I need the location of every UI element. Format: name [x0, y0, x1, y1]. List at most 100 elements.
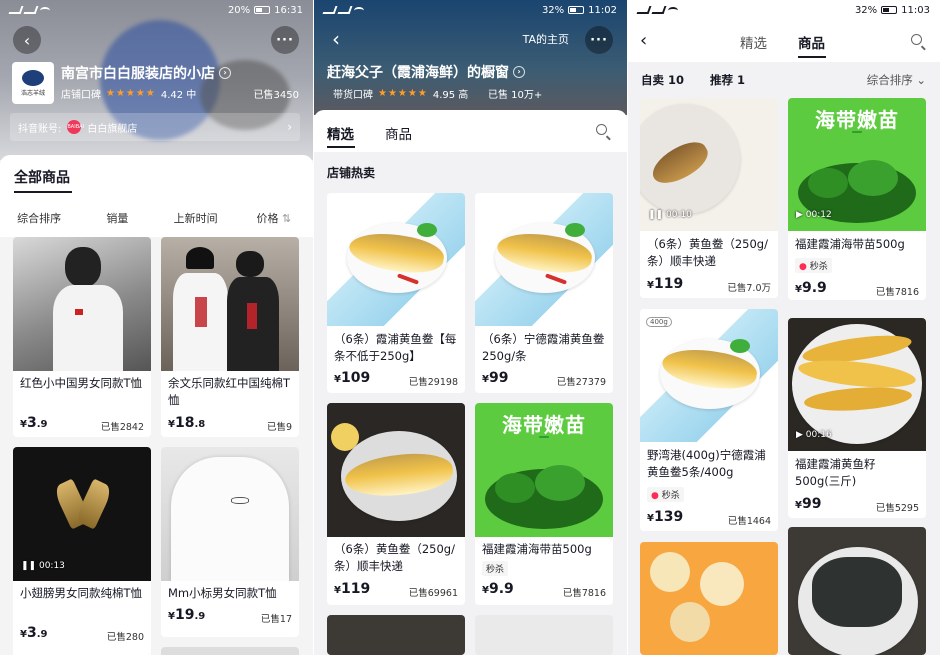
- product-card-partial[interactable]: [161, 647, 299, 655]
- more-button[interactable]: ···: [271, 26, 299, 54]
- tab-products[interactable]: 商品: [385, 123, 412, 143]
- flash-sale-icon: ●: [651, 491, 659, 501]
- video-time: 00:10: [665, 210, 692, 220]
- filter-recommended[interactable]: 推荐 1: [710, 72, 745, 88]
- currency: ¥: [795, 284, 802, 295]
- product-card-partial[interactable]: [475, 615, 613, 655]
- more-button[interactable]: ···: [585, 26, 613, 54]
- price: 9.9: [801, 280, 827, 296]
- rating-label: 带货口碑: [333, 90, 373, 101]
- account-avatar-icon: BAIBAI: [67, 120, 84, 134]
- product-name: Mm小标男女同款T恤: [168, 586, 277, 600]
- product-image: 海带嫩苗 ▶ 00:12: [788, 98, 926, 231]
- chevron-right-icon: ›: [287, 120, 292, 134]
- account-label: 抖音账号:: [18, 123, 62, 135]
- back-button[interactable]: ‹: [332, 27, 340, 51]
- star-rating-icon: ★★★★★: [378, 88, 428, 99]
- product-sold: 已售7816: [875, 287, 919, 298]
- product-card[interactable]: ❚❚ 00:13 小翅膀男女同款纯棉T恤 ¥3.9 已售280: [13, 447, 151, 655]
- product-price: ¥109: [334, 370, 370, 386]
- back-button[interactable]: ‹: [640, 30, 647, 51]
- product-sold: 已售1464: [727, 516, 771, 527]
- product-card[interactable]: （6条）黄鱼鲞（250g/条）顺丰快递 ¥119 已售69961: [327, 403, 465, 605]
- back-button[interactable]: ‹: [13, 26, 41, 54]
- product-card-partial[interactable]: [640, 542, 778, 655]
- search-icon[interactable]: [596, 124, 607, 135]
- sort-newest[interactable]: 上新时间: [157, 210, 235, 226]
- account-name: 白白旗舰店: [87, 123, 138, 135]
- video-time: 00:12: [805, 210, 832, 220]
- filter-self-sold[interactable]: 自卖 10: [641, 72, 684, 88]
- product-name: （6条）黄鱼鲞（250g/条）顺丰快递: [647, 237, 768, 268]
- wifi-icon: [668, 6, 678, 14]
- sort-arrows-icon: ⇅: [282, 212, 292, 225]
- pause-icon: ❚❚: [648, 210, 664, 220]
- tab-products[interactable]: 商品: [798, 32, 825, 52]
- product-sold: 已售27379: [556, 377, 606, 388]
- price-int: 19: [174, 607, 195, 623]
- product-sold: 已售7816: [562, 588, 606, 599]
- product-name: 红色小中国男女同款T恤: [20, 376, 143, 390]
- price: 139: [653, 509, 684, 525]
- star-rating-icon: ★★★★★: [106, 88, 156, 99]
- product-card[interactable]: 400g 野湾港(400g)宁德霞浦黄鱼鲞5条/400g ● 秒杀 ¥139 已…: [640, 309, 778, 531]
- tab-featured[interactable]: 精选: [740, 32, 767, 52]
- shop-logo[interactable]: 浩志羊绒: [12, 62, 54, 104]
- sort-default[interactable]: 综合排序: [0, 210, 78, 226]
- product-name: 福建霞浦海带苗500g: [482, 542, 592, 556]
- price: 109: [340, 370, 371, 386]
- battery-icon: [881, 6, 898, 14]
- video-duration: ▶ 00:12: [796, 210, 832, 220]
- product-card[interactable]: （6条）霞浦黄鱼鲞【每条不低于250g】 ¥109 已售29198: [327, 193, 465, 393]
- more-dots-icon: ···: [590, 32, 608, 48]
- battery-percent: 32%: [854, 4, 878, 16]
- tab-underline: [798, 56, 826, 58]
- product-card[interactable]: 海带嫩苗 福建霞浦海带苗500g 秒杀 ¥9.9 已售7816: [475, 403, 613, 605]
- tab-featured[interactable]: 精选: [327, 123, 354, 143]
- product-card-partial[interactable]: [327, 615, 465, 655]
- product-list-panel: 32% 11:03 ‹ 精选 商品 自卖 10 推荐 1 综合排序 ⌄ ❚❚ 00…: [628, 0, 940, 655]
- pause-icon: ❚❚: [21, 561, 37, 571]
- sort-price[interactable]: 价格 ⇅: [235, 210, 313, 226]
- showcase-rating: 带货口碑 ★★★★★ 4.95 高: [333, 86, 468, 101]
- ta-homepage-link[interactable]: TA的主页: [523, 31, 569, 47]
- product-card[interactable]: Mm小标男女同款T恤 ¥19.9 已售17: [161, 447, 299, 637]
- product-sold: 已售17: [260, 614, 292, 625]
- more-dots-icon: ···: [276, 32, 294, 48]
- product-price: ¥9.9: [482, 581, 514, 597]
- product-card[interactable]: ▶ 00:16 福建霞浦黄鱼籽500g(三斤) ¥99 已售5295: [788, 318, 926, 518]
- sort-bar: 综合排序 销量 上新时间 价格 ⇅: [0, 210, 313, 226]
- logo-text: 浩志羊绒: [20, 89, 45, 97]
- sort-dropdown[interactable]: 综合排序 ⌄: [867, 72, 926, 88]
- product-sold: 已售29198: [408, 377, 458, 388]
- showcase-title-text: 赶海父子（霞浦海鲜）的橱窗: [327, 65, 509, 81]
- shop-rating: 店铺口碑 ★★★★★ 4.42 中: [61, 86, 196, 101]
- product-card[interactable]: 余文乐同款红中国纯棉T恤 ¥18.8 已售9: [161, 237, 299, 437]
- product-image: [13, 237, 151, 371]
- product-price: ¥119: [334, 581, 370, 597]
- currency: ¥: [334, 585, 341, 596]
- video-time: 00:16: [805, 430, 832, 440]
- sort-sales[interactable]: 销量: [78, 210, 156, 226]
- video-duration: ▶ 00:16: [796, 430, 832, 440]
- rating-label: 店铺口碑: [61, 90, 101, 101]
- tab-all-products[interactable]: 全部商品: [14, 167, 70, 187]
- product-card[interactable]: （6条）宁德霞浦黄鱼鲞250g/条 ¥99 已售27379: [475, 193, 613, 393]
- product-card-partial[interactable]: [788, 527, 926, 655]
- showcase-title[interactable]: 赶海父子（霞浦海鲜）的橱窗 ›: [327, 62, 525, 82]
- currency: ¥: [647, 513, 654, 524]
- product-card[interactable]: 红色小中国男女同款T恤 ¥3.9 已售2842: [13, 237, 151, 437]
- sort-label: 综合排序: [866, 73, 913, 87]
- search-icon[interactable]: [911, 34, 922, 45]
- clock: 16:31: [274, 4, 303, 16]
- price: 119: [653, 276, 684, 292]
- product-card[interactable]: ❚❚ 00:10 （6条）黄鱼鲞（250g/条）顺丰快递 ¥119 已售7.0万: [640, 98, 778, 298]
- product-price: ¥3.9: [20, 625, 47, 641]
- showcase-body: 店铺热卖 （6条）霞浦黄鱼鲞【每条不低于250g】 ¥109 已售29198 （…: [314, 152, 627, 655]
- arrow-right-circle-icon: ›: [219, 67, 231, 79]
- douyin-account-bar[interactable]: 抖音账号: BAIBAI 白白旗舰店 ›: [10, 113, 300, 141]
- product-card[interactable]: 海带嫩苗 ▶ 00:12 福建霞浦海带苗500g ● 秒杀 ¥9.9 已售781…: [788, 98, 926, 300]
- status-bar: 32% 11:03: [628, 0, 940, 20]
- play-icon: ▶: [796, 430, 803, 440]
- shop-name[interactable]: 南宫市白白服装店的小店 ›: [61, 63, 231, 83]
